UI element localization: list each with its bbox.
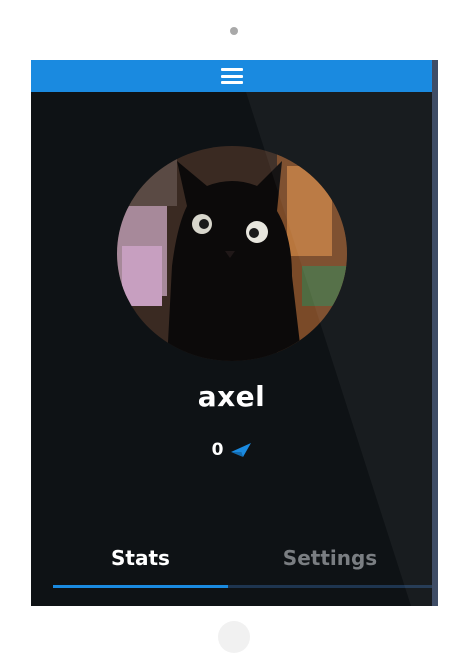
- tab-stats[interactable]: Stats: [53, 538, 228, 578]
- active-tab-indicator: [53, 585, 228, 588]
- paper-plane-icon: [231, 443, 252, 457]
- app-screen: axel 0 Stats Settings: [31, 60, 438, 606]
- hamburger-menu-icon[interactable]: [220, 68, 243, 84]
- profile-username: axel: [197, 380, 266, 413]
- points-display: 0: [31, 440, 432, 460]
- cat-photo-image: [117, 146, 347, 361]
- top-app-bar: [31, 60, 432, 92]
- profile-tabs: Stats Settings: [53, 538, 432, 588]
- screen-edge: [432, 60, 438, 606]
- points-count: 0: [211, 440, 224, 460]
- device-home-button[interactable]: [218, 621, 250, 653]
- device-camera-dot: [230, 27, 238, 35]
- tab-settings[interactable]: Settings: [228, 538, 432, 578]
- profile-avatar: [117, 146, 347, 361]
